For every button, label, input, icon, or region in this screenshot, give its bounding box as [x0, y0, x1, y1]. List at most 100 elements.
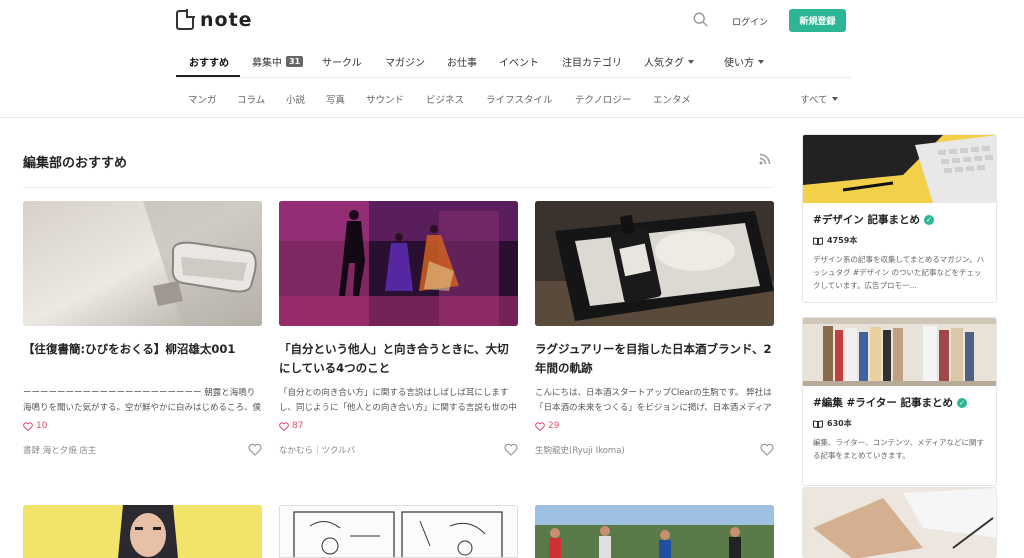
marathon-runners-image [535, 505, 774, 558]
subnav-item-entertainment[interactable]: エンタメ [653, 92, 691, 106]
article-title[interactable]: 「自分という他人」と向き合うときに、大切にしている4つのこと [279, 340, 518, 380]
book-icon [813, 419, 823, 428]
article-title[interactable]: 【往復書簡:ひびをおくる】柳沼雄太001 [23, 340, 262, 380]
subnav-item-sound[interactable]: サウンド [366, 92, 404, 106]
logo-text: note [200, 9, 253, 31]
chevron-down-icon [688, 59, 694, 64]
desk-keyboard-image [803, 135, 996, 203]
magazine-description: デザイン系の記事を収集してまとめるマガジン。ハッシュタグ #デザイン のついた記… [813, 255, 985, 290]
nav-label: サークル [322, 58, 362, 69]
author-name[interactable]: 生駒龍史(Ryuji Ikoma) [535, 444, 625, 456]
nav-item-how-to[interactable]: 使い方 [724, 54, 764, 69]
article-thumbnail[interactable] [23, 505, 262, 558]
article-card[interactable]: 【往復書簡:ひびをおくる】柳沼雄太001 ーーーーーーーーーーーーーーーーーーー… [23, 201, 262, 456]
article-thumbnail[interactable] [535, 505, 774, 558]
car-mirror-image [23, 201, 262, 326]
magazine-body: #デザイン 記事まとめ ✓ 4759本 デザイン系の記事を収集してまとめるマガジン… [803, 203, 996, 302]
heart-icon [23, 421, 33, 431]
magazine-count-value: 630本 [827, 419, 852, 428]
nav-item-recommended[interactable]: おすすめ [189, 54, 229, 69]
subnav-item-manga[interactable]: マンガ [188, 92, 217, 106]
like-button-heart-icon[interactable] [504, 443, 518, 456]
subnav-item-novel[interactable]: 小説 [286, 92, 305, 106]
author-name[interactable]: なかむら｜ツクルバ [279, 444, 355, 456]
nav-item-jobs[interactable]: お仕事 [447, 54, 477, 69]
illustration-portrait-image [23, 505, 262, 558]
nav-label: マガジン [385, 58, 425, 69]
nav-item-popular-tags[interactable]: 人気タグ [644, 54, 694, 69]
magazine-thumbnail[interactable] [803, 318, 996, 386]
magazine-card[interactable] [802, 487, 997, 558]
nav-label: 注目カテゴリ [562, 58, 622, 69]
signup-button[interactable]: 新規登録 [789, 9, 846, 32]
nav-item-magazine[interactable]: マガジン [385, 54, 425, 69]
note-logo-icon [176, 9, 195, 30]
heart-icon [279, 421, 289, 431]
magazine-article-count: 630本 [813, 418, 986, 429]
magazine-count-value: 4759本 [827, 236, 858, 245]
magazine-article-count: 4759本 [813, 235, 986, 246]
nav-label: イベント [499, 58, 539, 69]
magazine-description: 編集、ライター、コンテンツ、メディアなどに関する記事をまとめていきます。 [813, 438, 984, 460]
subnav-all-dropdown[interactable]: すべて [800, 92, 839, 106]
manga-panel-image [280, 506, 517, 557]
active-tab-indicator [176, 75, 240, 77]
magazine-title[interactable]: #デザイン 記事まとめ ✓ [813, 212, 986, 227]
heart-icon [535, 421, 545, 431]
subnav-item-column[interactable]: コラム [237, 92, 265, 106]
like-count: 87 [279, 421, 518, 431]
subnav-item-lifestyle[interactable]: ライフスタイル [486, 92, 553, 106]
nav-item-events[interactable]: イベント [499, 54, 539, 69]
verified-check-icon: ✓ [923, 214, 934, 225]
bookshelf-image [803, 318, 996, 386]
nav-label: 人気タグ [644, 58, 684, 69]
main-nav: おすすめ 募集中 31 サークル マガジン お仕事 イベント 注目カテゴリ 人気タ… [176, 40, 852, 78]
subnav-item-technology[interactable]: テクノロジー [575, 92, 631, 106]
article-thumbnail[interactable] [279, 201, 518, 326]
magazine-thumbnail[interactable] [803, 135, 996, 203]
magazine-card[interactable]: #デザイン 記事まとめ ✓ 4759本 デザイン系の記事を収集してまとめるマガジン… [802, 134, 997, 303]
subnav-item-photo[interactable]: 写真 [326, 92, 345, 106]
magazine-thumbnail[interactable] [803, 488, 996, 558]
article-card[interactable]: 「自分という他人」と向き合うときに、大切にしている4つのこと 「自分との向き合い… [279, 201, 518, 456]
magazine-card[interactable]: #編集 #ライター 記事まとめ ✓ 630本 編集、ライター、コンテンツ、メディア… [802, 317, 997, 486]
subnav-item-business[interactable]: ビジネス [426, 92, 464, 106]
like-count: 29 [535, 421, 774, 431]
count-badge: 31 [286, 56, 304, 67]
article-thumbnail[interactable] [23, 201, 262, 326]
like-count-value: 29 [548, 421, 560, 431]
nav-label: お仕事 [447, 58, 477, 69]
article-title[interactable]: ラグジュアリーを目指した日本酒ブランド、2年間の軌跡 [535, 340, 774, 380]
section-divider [23, 187, 774, 188]
rss-icon[interactable] [759, 153, 771, 165]
stationery-image [803, 488, 996, 558]
section-title: 編集部のおすすめ [23, 156, 128, 171]
login-link[interactable]: ログイン [732, 15, 768, 28]
nav-label: 使い方 [724, 58, 754, 69]
nav-label: おすすめ [189, 58, 229, 69]
magazine-title[interactable]: #編集 #ライター 記事まとめ ✓ [813, 395, 986, 410]
stage-performance-image [279, 201, 518, 326]
magazine-title-text: #デザイン 記事まとめ [813, 214, 920, 226]
nav-item-circle[interactable]: サークル [322, 54, 362, 69]
search-icon[interactable] [692, 11, 710, 29]
nav-label: 募集中 [252, 58, 282, 69]
magazine-body: #編集 #ライター 記事まとめ ✓ 630本 編集、ライター、コンテンツ、メディア… [803, 386, 996, 485]
chevron-down-icon [832, 97, 839, 101]
article-excerpt: こんにちは、日本酒スタートアップClearの生駒です。 弊社は「日本酒の未来をつ… [535, 388, 772, 413]
verified-check-icon: ✓ [957, 397, 967, 408]
nav-item-featured-categories[interactable]: 注目カテゴリ [562, 54, 622, 69]
like-count: 10 [23, 421, 262, 431]
nav-item-recruiting[interactable]: 募集中 31 [252, 54, 304, 69]
sake-bottle-image [535, 201, 774, 326]
like-button-heart-icon[interactable] [248, 443, 262, 456]
article-thumbnail[interactable] [279, 505, 518, 558]
like-button-heart-icon[interactable] [760, 443, 774, 456]
author-name[interactable]: 書肆 海と夕焼 店主 [23, 444, 96, 456]
note-logo[interactable]: note [176, 9, 253, 31]
article-excerpt: 「自分との向き合い方」に関する言説はしばしば耳にしますし、同じように「他人との向… [279, 388, 517, 413]
article-card[interactable]: ラグジュアリーを目指した日本酒ブランド、2年間の軌跡 こんにちは、日本酒スタート… [535, 201, 774, 456]
article-thumbnail[interactable] [535, 201, 774, 326]
magazine-title-text: #編集 #ライター 記事まとめ [813, 397, 953, 409]
article-footer: 生駒龍史(Ryuji Ikoma) [535, 443, 774, 456]
